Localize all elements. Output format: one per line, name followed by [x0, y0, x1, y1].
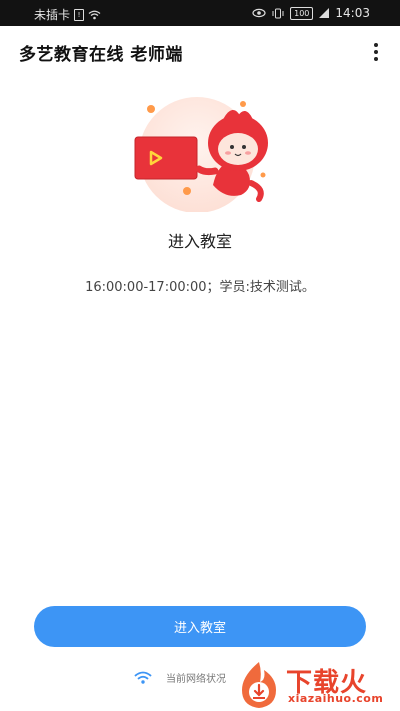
classroom-mascot-illustration — [134, 97, 268, 212]
clock: 14:03 — [335, 6, 370, 20]
status-left: 未插卡 ! — [34, 6, 101, 23]
wifi-status-icon — [88, 10, 101, 19]
network-status-label: 当前网络状况 — [166, 673, 226, 685]
menu-dot — [374, 57, 378, 61]
network-status[interactable]: 当前网络状况 — [134, 667, 226, 687]
more-vertical-icon — [374, 43, 378, 47]
status-right: 100 14:03 — [252, 6, 370, 20]
more-menu-button[interactable] — [366, 40, 386, 64]
sim-icon: ! — [74, 8, 85, 21]
menu-dot — [374, 50, 378, 54]
classroom-title: 进入教室 — [167, 232, 232, 251]
battery-indicator: 100 — [290, 6, 314, 20]
app-title: 多艺教育在线 老师端 — [19, 45, 183, 65]
app-bar: 多艺教育在线 老师端 — [0, 26, 400, 78]
enter-classroom-button[interactable]: 进入教室 — [34, 606, 366, 647]
class-schedule: 16:00:00-17:00:00；学员:技术测试。 — [85, 280, 315, 295]
wifi-icon — [134, 671, 152, 684]
watermark-domain: xiazaihuo.com — [288, 692, 384, 705]
flame-logo-icon — [242, 662, 276, 708]
carrier-text: 未插卡 — [34, 8, 71, 22]
watermark: 下载火 xiazaihuo.com — [234, 660, 394, 710]
status-bar: 未插卡 ! 100 14:03 — [0, 0, 400, 26]
signal-icon — [319, 8, 330, 18]
eye-icon — [252, 8, 266, 18]
vibrate-icon — [272, 8, 284, 18]
